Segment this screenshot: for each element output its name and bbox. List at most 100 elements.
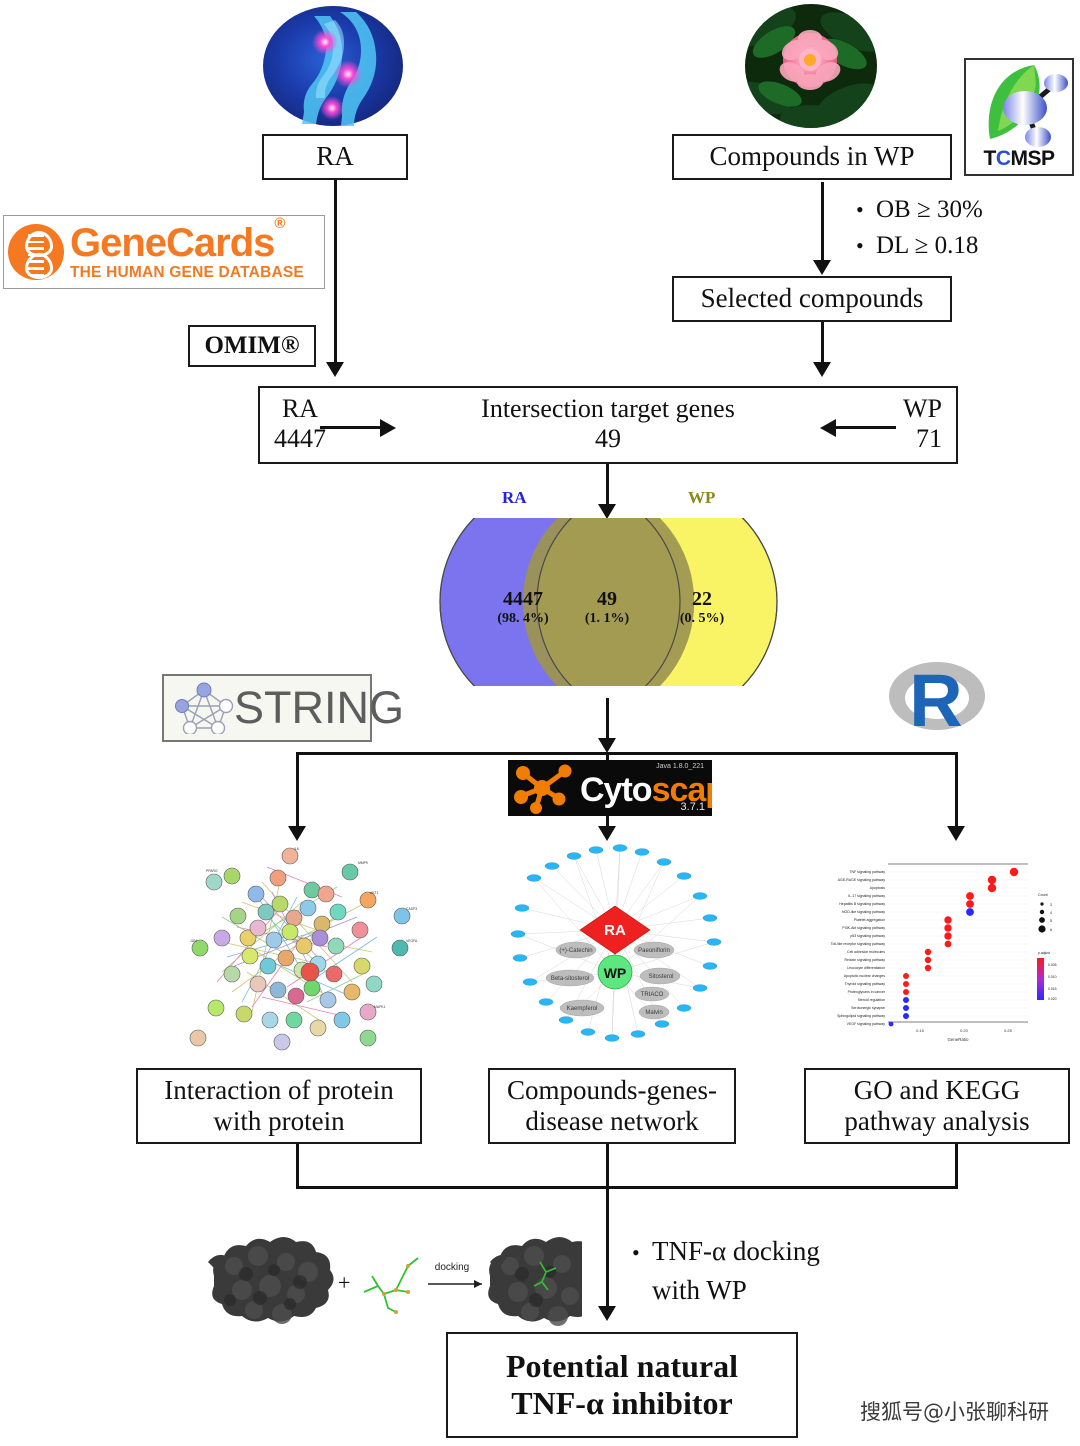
selected-compounds-box: Selected compounds — [672, 276, 952, 322]
svg-text:Steroid regulation: Steroid regulation — [858, 998, 885, 1002]
venn-count: 49 — [597, 588, 617, 610]
svg-text:Sphingolipid signaling pathway: Sphingolipid signaling pathway — [837, 1014, 885, 1018]
intersection-right-count: 71 — [916, 423, 942, 453]
branch-right-line — [955, 752, 958, 830]
registered-icon: ® — [274, 215, 285, 232]
svg-text:0.020: 0.020 — [1048, 997, 1057, 1001]
svg-text:PI3K-Akt signaling pathway: PI3K-Akt signaling pathway — [842, 926, 885, 930]
tcmsp-c: C — [995, 147, 1011, 170]
svg-text:Proteoglycans in cancer: Proteoglycans in cancer — [848, 990, 886, 994]
svg-text:AGE-RAGE signaling pathway: AGE-RAGE signaling pathway — [838, 878, 886, 882]
watermark-text: 搜狐号@小张聊科研 — [860, 1400, 1049, 1424]
go-kegg-dotplot-image: TNF signaling pathway AGE-RAGE signaling… — [796, 850, 1074, 1052]
svg-text:VEGFA: VEGFA — [406, 939, 418, 943]
venn-percent: (0. 5%) — [679, 611, 725, 626]
venn-label-wp: WP — [688, 488, 716, 507]
svg-text:0.20: 0.20 — [960, 1028, 969, 1033]
svg-text:5: 5 — [1050, 919, 1052, 923]
svg-text:AKT1: AKT1 — [370, 891, 379, 895]
tcmsp-wordmark: TCMSP — [966, 147, 1072, 171]
svg-text:Thyroid signaling pathway: Thyroid signaling pathway — [845, 982, 886, 986]
svg-text:Cell adhesion molecules: Cell adhesion molecules — [847, 950, 885, 954]
docking-bullet-item: • TNF-α docking with WP — [632, 1232, 820, 1310]
svg-text:3: 3 — [1050, 903, 1052, 907]
svg-text:Hepatitis B signaling pathway: Hepatitis B signaling pathway — [839, 902, 885, 906]
bullet-icon: • — [632, 1240, 640, 1265]
arrow-ra-to-intersection — [334, 180, 337, 366]
intersection-inner-arrow-right — [834, 426, 896, 429]
svg-text:Malvin: Malvin — [645, 1010, 662, 1016]
docking-arrow-label: docking — [435, 1262, 469, 1273]
network-result-line1: Compounds-genes- — [507, 1074, 717, 1105]
svg-text:CASP3: CASP3 — [406, 907, 417, 911]
compounds-in-wp-label: Compounds in WP — [709, 141, 915, 172]
arrow-selected-to-intersection-head — [813, 362, 831, 377]
venn-percent: (1. 1%) — [584, 611, 630, 626]
svg-text:p.adjust: p.adjust — [1038, 951, 1050, 955]
svg-text:0.015: 0.015 — [1048, 987, 1057, 991]
ppi-result-line2: with protein — [213, 1106, 345, 1136]
genecards-logo: GeneCards® THE HUMAN GENE DATABASE — [3, 215, 325, 289]
svg-text:Leucocyte differentiation: Leucocyte differentiation — [847, 966, 885, 970]
cytoscape-build-label: Java 1.8.0_221 — [656, 763, 704, 770]
filter-criteria-list: • OB ≥ 30% • DL ≥ 0.18 — [856, 192, 983, 265]
filter-label: DL ≥ 0.18 — [876, 232, 979, 260]
r-logo: R — [884, 656, 990, 742]
ppi-result-box: Interaction of protein with protein — [136, 1068, 422, 1144]
network-result-box: Compounds-genes- disease network — [488, 1068, 736, 1144]
bullet-icon: • — [856, 233, 864, 259]
svg-text:Relaxin signaling pathway: Relaxin signaling pathway — [845, 958, 886, 962]
string-logo: STRING — [162, 674, 404, 742]
docking-illustration: + docking — [196, 1228, 610, 1336]
ra-box-label: RA — [316, 141, 354, 172]
svg-text:MMP9: MMP9 — [358, 861, 368, 865]
filter-item: • OB ≥ 30% — [856, 192, 983, 228]
omim-label: OMIM® — [204, 331, 300, 359]
svg-text:TNF signaling pathway: TNF signaling pathway — [849, 870, 885, 874]
final-line1: Potential natural — [506, 1348, 738, 1385]
arrow-compounds-to-selected-head — [813, 260, 831, 275]
svg-text:(+)-Catechin: (+)-Catechin — [559, 948, 592, 954]
ra-disease-image — [262, 4, 404, 128]
intersection-inner-arrow-right-head — [820, 419, 836, 437]
svg-text:Apoptotic nuclear changes: Apoptotic nuclear changes — [844, 974, 885, 978]
arrow-intersection-to-venn-head — [598, 504, 616, 519]
merge-to-final-head — [598, 1306, 616, 1321]
branch-center-head — [598, 826, 616, 841]
string-wordmark: STRING — [234, 682, 405, 733]
svg-text:Platelet aggregation: Platelet aggregation — [854, 918, 885, 922]
venn-percent: (98. 4%) — [497, 611, 549, 626]
final-result-box: Potential natural TNF-α inhibitor — [446, 1332, 798, 1438]
distribution-bus — [297, 752, 957, 755]
venn-label-ra: RA — [502, 488, 527, 507]
docking-bullet-list: • TNF-α docking with WP — [632, 1232, 820, 1310]
enrichment-scatter-plot: TNF signaling pathway AGE-RAGE signaling… — [796, 850, 1074, 1052]
filter-item: • DL ≥ 0.18 — [856, 228, 983, 264]
merge-right-line — [955, 1144, 958, 1188]
svg-text:0.25: 0.25 — [1004, 1028, 1013, 1033]
svg-text:Apoptosis: Apoptosis — [870, 886, 886, 890]
ppi-network-image: IL6 PPARG MMP9 CASP3 VEGFA AKT1 MAPK1 JUN — [162, 842, 422, 1058]
docking-bullet-line2: with WP — [652, 1275, 747, 1306]
final-line2: TNF-α inhibitor — [511, 1385, 733, 1421]
bullet-icon: • — [856, 197, 864, 222]
ra-node-label: RA — [604, 922, 626, 939]
branch-left-head — [288, 826, 306, 841]
svg-text:GeneRatio: GeneRatio — [948, 1037, 970, 1042]
dna-icon — [8, 224, 64, 283]
ra-box: RA — [262, 134, 408, 180]
intersection-target-genes-box: RA 4447 Intersection target genes 49 WP … — [258, 386, 958, 464]
cytoscape-cyto: Cyto — [580, 771, 653, 809]
tcmsp-msp: MSP — [1010, 147, 1055, 170]
svg-text:NOD-like signaling pathway: NOD-like signaling pathway — [842, 910, 885, 914]
merge-to-final-line — [606, 1186, 609, 1310]
svg-text:MAPK1: MAPK1 — [374, 1005, 386, 1009]
svg-text:IL-17 signaling pathway: IL-17 signaling pathway — [848, 894, 885, 898]
svg-text:Paeoniflorin: Paeoniflorin — [638, 948, 670, 954]
svg-text:PPARG: PPARG — [206, 869, 218, 873]
venn-value-ra-only: 4447 (98. 4%) — [468, 588, 578, 627]
genecards-tagline: THE HUMAN GENE DATABASE — [70, 264, 304, 282]
plus-sign: + — [338, 1270, 350, 1295]
selected-compounds-label: Selected compounds — [700, 283, 924, 314]
merge-left-line — [296, 1144, 299, 1188]
